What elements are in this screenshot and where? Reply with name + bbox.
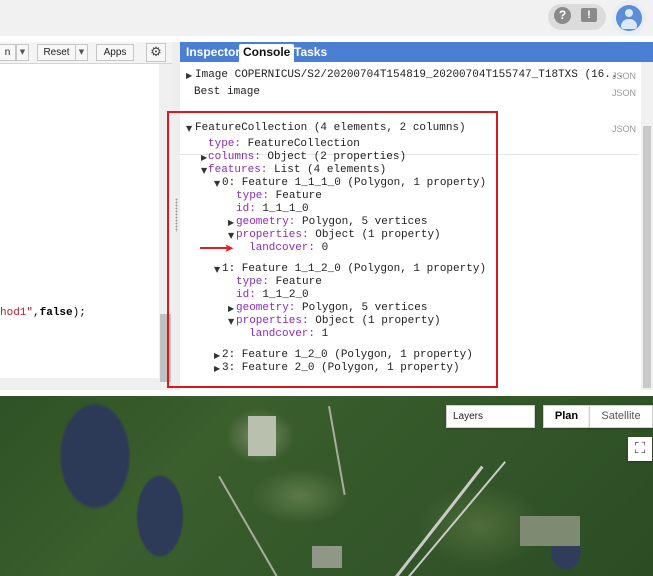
map-road [328, 406, 346, 495]
reset-button[interactable]: Reset [37, 44, 76, 61]
gear-icon[interactable]: ⚙ [146, 43, 166, 62]
map-clearing [520, 516, 580, 546]
tab-inspector[interactable]: Inspector [182, 44, 244, 62]
tab-console[interactable]: Console [239, 44, 295, 62]
console-scrollbar-thumb[interactable] [643, 126, 651, 388]
tab-tasks[interactable]: Tasks [290, 44, 331, 62]
reset-dropdown-button[interactable]: ▼ [75, 44, 88, 61]
tab-bar: Inspector Console Tasks [180, 42, 653, 62]
red-arrowhead-icon: ➤ [224, 241, 235, 255]
editor-toolbar: n ▼ Reset ▼ Apps ⚙ [0, 42, 172, 64]
image-output-line[interactable]: Image COPERNICUS/S2/20200704T154819_2020… [195, 69, 624, 81]
run-button[interactable]: n [0, 44, 16, 61]
top-bar: ? ! [0, 0, 653, 36]
avatar[interactable] [612, 1, 646, 35]
expand-triangle-icon[interactable]: ▶ [186, 71, 192, 80]
layers-dropdown[interactable]: Layers [446, 405, 535, 428]
run-dropdown-button[interactable]: ▼ [16, 44, 29, 61]
plan-button[interactable]: Plan [543, 405, 590, 428]
highlight-box [167, 111, 498, 388]
json-button[interactable]: JSON [612, 88, 636, 98]
help-icon[interactable]: ? [554, 7, 571, 24]
json-button[interactable]: JSON [612, 71, 636, 81]
code-editor-panel: n ▼ Reset ▼ Apps ⚙ hod1",false); [0, 42, 172, 390]
map-clearing [312, 546, 342, 568]
code-line[interactable]: hod1",false); [0, 307, 86, 319]
map-road [408, 461, 506, 576]
editor-horizontal-scrollbar[interactable] [0, 378, 159, 390]
map-road [218, 476, 280, 576]
apps-button[interactable]: Apps [96, 44, 134, 61]
map-clearing [248, 416, 276, 456]
map-road [395, 465, 484, 576]
best-image-line: Best image [194, 86, 261, 98]
fullscreen-icon[interactable]: ⛶ [628, 437, 652, 461]
feedback-icon[interactable]: ! [581, 8, 597, 22]
json-button[interactable]: JSON [612, 124, 636, 134]
satellite-button[interactable]: Satellite [589, 405, 653, 428]
